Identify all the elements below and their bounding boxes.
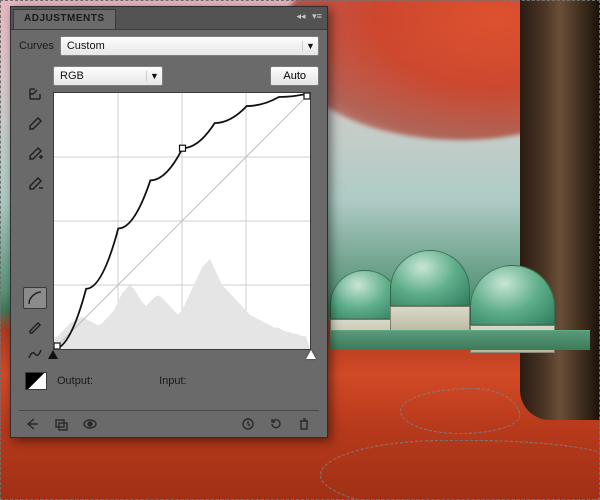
collapse-panel-icon[interactable]: ◂◂ (295, 10, 307, 22)
panel-tab-row: ADJUSTMENTS (11, 7, 327, 29)
eyedropper-add-icon[interactable] (23, 143, 47, 165)
chevron-down-icon: ▼ (146, 71, 162, 81)
panel-bottom-bar (19, 410, 319, 433)
preset-dropdown[interactable]: Custom ▼ (60, 36, 319, 56)
visibility-icon[interactable] (79, 415, 101, 433)
curve-white-endpoint[interactable] (304, 93, 310, 99)
view-previous-icon[interactable] (237, 415, 259, 433)
eyedropper-icon[interactable] (23, 113, 47, 135)
tab-adjustments[interactable]: ADJUSTMENTS (13, 9, 116, 29)
adjustment-type-label: Curves (19, 40, 54, 52)
preset-value: Custom (61, 40, 111, 52)
back-icon[interactable] (23, 415, 45, 433)
trash-icon[interactable] (293, 415, 315, 433)
targeted-adjustment-tool-icon[interactable] (23, 83, 47, 105)
panel-menu-icon[interactable]: ▾≡ (311, 10, 323, 22)
smooth-curve-icon[interactable] (23, 343, 47, 365)
black-white-ramp-icon[interactable] (25, 372, 47, 390)
curve-control-point[interactable] (180, 145, 186, 151)
white-point-slider[interactable] (306, 350, 316, 359)
auto-button[interactable]: Auto (270, 66, 319, 86)
layers-icon[interactable] (51, 415, 73, 433)
output-label: Output: (57, 375, 93, 387)
input-value (197, 373, 243, 389)
input-label: Input: (159, 375, 187, 387)
channel-dropdown[interactable]: RGB ▼ (53, 66, 163, 86)
eyedropper-subtract-icon[interactable] (23, 173, 47, 195)
output-value (103, 373, 149, 389)
curve-black-endpoint[interactable] (54, 343, 60, 349)
curves-mode-icon[interactable] (23, 287, 47, 309)
black-point-slider[interactable] (48, 350, 58, 359)
adjustments-panel: ◂◂ ▾≡ ADJUSTMENTS Curves Custom ▼ RGB ▼ … (10, 6, 328, 438)
canvas-background: ◂◂ ▾≡ ADJUSTMENTS Curves Custom ▼ RGB ▼ … (0, 0, 600, 500)
curves-graph[interactable] (53, 92, 311, 350)
chevron-down-icon: ▼ (302, 41, 318, 51)
pencil-mode-icon[interactable] (23, 315, 47, 337)
reset-icon[interactable] (265, 415, 287, 433)
channel-value: RGB (54, 70, 90, 82)
input-slider[interactable] (53, 350, 311, 364)
